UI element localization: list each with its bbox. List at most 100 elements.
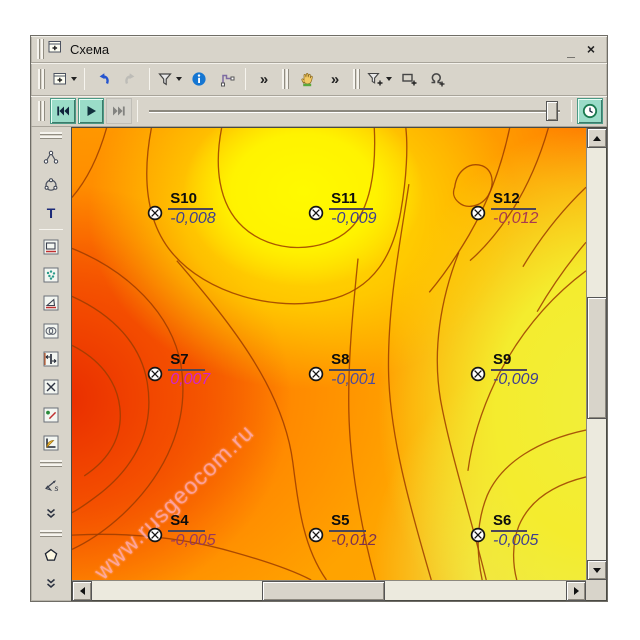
separator — [149, 68, 150, 90]
toolbar-grip[interactable] — [37, 100, 46, 122]
toolbar-grip[interactable] — [37, 68, 46, 90]
horizontal-scrollbar[interactable] — [72, 580, 586, 600]
corner-ruler-icon — [219, 71, 235, 87]
angle-tool[interactable] — [37, 289, 65, 316]
overflow-button-2[interactable]: » — [322, 66, 348, 92]
scroll-up-button[interactable] — [587, 128, 607, 148]
point-id: S8 — [329, 351, 365, 371]
tool-palette: Ts — [31, 127, 71, 601]
titlebar[interactable]: Схема _ × — [31, 36, 607, 63]
measure-tool[interactable]: s — [37, 471, 65, 498]
info-button[interactable] — [186, 66, 212, 92]
scroll-left-button[interactable] — [72, 581, 92, 601]
scroll-right-icon — [574, 587, 579, 595]
dropdown-caret-icon — [386, 77, 392, 81]
select-contour-button[interactable] — [424, 66, 450, 92]
titlebar-grip[interactable] — [36, 38, 45, 60]
point-id: S7 — [168, 351, 204, 371]
vertical-scrollbar[interactable] — [586, 128, 606, 580]
close-button[interactable]: × — [581, 40, 601, 58]
point-marker-icon[interactable] — [307, 365, 325, 388]
split-tool[interactable] — [37, 345, 65, 372]
polyline-icon — [43, 149, 59, 165]
separator — [84, 68, 85, 90]
scroll-up-icon — [593, 136, 601, 141]
point-marker-icon[interactable] — [146, 204, 164, 227]
filter-button[interactable] — [155, 66, 184, 92]
overflow-button[interactable]: » — [251, 66, 277, 92]
toolbar-grip[interactable] — [281, 68, 290, 90]
pen-box-icon — [43, 407, 59, 423]
undo-button[interactable] — [90, 66, 116, 92]
toolbar-grip[interactable] — [39, 459, 63, 468]
more-tools-top[interactable] — [37, 499, 65, 526]
time-slider[interactable] — [149, 99, 560, 123]
horizontal-scroll-thumb[interactable] — [262, 581, 385, 601]
select-rect-button[interactable] — [396, 66, 422, 92]
point-value: -0,012 — [329, 531, 376, 549]
pan-hand-button[interactable] — [294, 66, 320, 92]
point-marker-icon[interactable] — [146, 526, 164, 549]
funnel-icon — [157, 71, 173, 87]
schema-window: Схема _ × »» Ts www.rusgeocom.ru S10 -0,… — [30, 35, 608, 602]
point-marker-icon[interactable] — [146, 365, 164, 388]
point-marker-icon[interactable] — [307, 204, 325, 227]
clock-button[interactable] — [577, 98, 603, 124]
split-box-icon — [43, 351, 59, 367]
rewind-button[interactable] — [50, 98, 76, 124]
rect-box-icon — [43, 239, 59, 255]
point-label: S4 -0,005 — [168, 512, 215, 550]
forward-icon — [111, 103, 127, 119]
contour-icon — [43, 177, 59, 193]
scroll-down-button[interactable] — [587, 560, 607, 580]
polyline-tool[interactable] — [37, 143, 65, 170]
toolbar-grip[interactable] — [39, 131, 63, 140]
area-tool[interactable] — [37, 429, 65, 456]
point-id: S12 — [491, 190, 536, 210]
points-tool[interactable] — [37, 261, 65, 288]
circles-tool[interactable] — [37, 317, 65, 344]
contour-map[interactable]: www.rusgeocom.ru S10 -0,008 S11 -0,009 — [72, 128, 586, 580]
pentagon-tool[interactable] — [37, 541, 65, 568]
scroll-right-button[interactable] — [566, 581, 586, 601]
rectangle-tool[interactable] — [37, 233, 65, 260]
point-marker-icon[interactable] — [469, 365, 487, 388]
canvas-area: www.rusgeocom.ru S10 -0,008 S11 -0,009 — [71, 127, 607, 601]
text-tool[interactable]: T — [37, 199, 65, 226]
forward-button[interactable] — [106, 98, 132, 124]
slider-thumb[interactable] — [546, 101, 558, 121]
point-id: S4 — [168, 512, 204, 532]
more-tools-bottom[interactable] — [37, 569, 65, 596]
play-button[interactable] — [78, 98, 104, 124]
rewind-icon — [55, 103, 71, 119]
new-view-button[interactable] — [50, 66, 79, 92]
redo-icon — [123, 71, 139, 87]
contour-tool[interactable] — [37, 171, 65, 198]
main-toolbar: »» — [31, 63, 607, 96]
point-value: -0,008 — [168, 209, 215, 227]
point-label: S10 -0,008 — [168, 190, 215, 228]
play-icon — [83, 103, 99, 119]
point-marker-icon[interactable] — [469, 526, 487, 549]
delete-tool[interactable] — [37, 373, 65, 400]
scroll-down-icon — [593, 568, 601, 573]
redo-button[interactable] — [118, 66, 144, 92]
select-filter-button[interactable] — [365, 66, 394, 92]
info-icon — [191, 71, 207, 87]
dimension-button[interactable] — [214, 66, 240, 92]
measure-icon: s — [43, 477, 59, 493]
point-label: S9 -0,009 — [491, 351, 538, 389]
point-value: -0,009 — [329, 209, 376, 227]
toolbar-grip[interactable] — [39, 529, 63, 538]
point-id: S5 — [329, 512, 365, 532]
point-marker-icon[interactable] — [307, 526, 325, 549]
toolbar-grip[interactable] — [352, 68, 361, 90]
poly-plus-icon — [429, 71, 445, 87]
minimize-button[interactable]: _ — [561, 42, 581, 60]
point-marker-icon[interactable] — [469, 204, 487, 227]
vertical-scroll-thumb[interactable] — [587, 297, 607, 419]
circles-box-icon — [43, 323, 59, 339]
pen-tool[interactable] — [37, 401, 65, 428]
window-title: Схема — [70, 42, 561, 57]
dropdown-caret-icon — [71, 77, 77, 81]
